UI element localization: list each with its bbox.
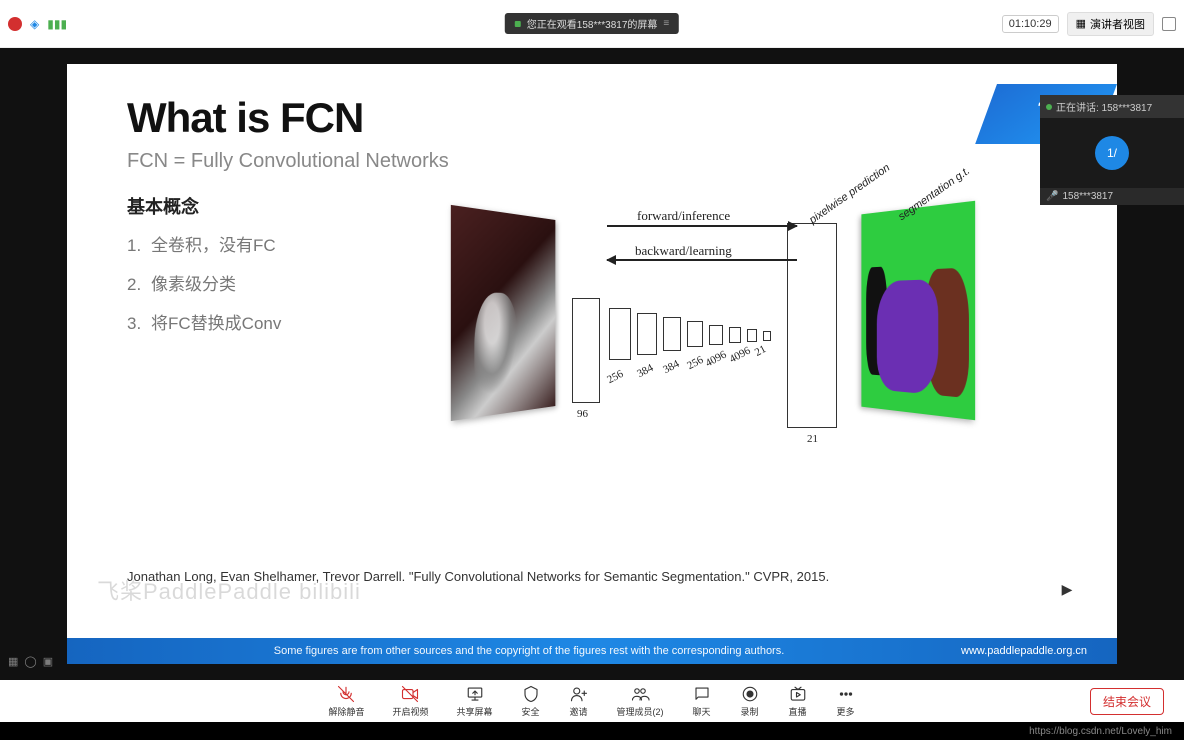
record-dot-icon	[8, 17, 22, 31]
dim-label: 256	[685, 354, 705, 372]
members-icon	[630, 685, 650, 703]
speaking-label: 正在讲话: 158***3817	[1056, 99, 1152, 114]
tool-label: 录制	[741, 705, 759, 718]
video-button[interactable]: 开启视频	[392, 685, 428, 718]
footer-link: www.paddlepaddle.org.cn	[961, 645, 1087, 657]
slide: 飞 What is FCN FCN = Fully Convolutional …	[67, 64, 1117, 664]
tool-label: 聊天	[693, 705, 711, 718]
slide-title: What is FCN	[127, 94, 1057, 142]
screen-share-notice: 您正在观看158***3817的屏幕 ≡	[505, 13, 679, 34]
tool-label: 安全	[522, 705, 540, 718]
dim-label: 4096	[727, 345, 752, 366]
participant-header: 正在讲话: 158***3817	[1040, 95, 1184, 118]
tool-label: 开启视频	[392, 705, 428, 718]
conv-layer	[687, 321, 703, 347]
mute-icon	[336, 685, 356, 703]
presentation-stage: 飞 What is FCN FCN = Fully Convolutional …	[0, 48, 1184, 680]
chat-icon	[692, 685, 712, 703]
members-button[interactable]: 管理成员(2)	[617, 685, 664, 718]
security-button[interactable]: 安全	[521, 685, 541, 718]
dim-label: 4096	[703, 349, 728, 370]
list-item: 2.像素级分类	[127, 270, 427, 295]
conv-layer	[747, 329, 757, 342]
dim-label: 21	[753, 343, 768, 359]
tool-label: 管理成员(2)	[617, 705, 664, 718]
footer-copyright: Some figures are from other sources and …	[97, 645, 961, 657]
blog-url: https://blog.csdn.net/Lovely_him	[1029, 726, 1172, 737]
participant-panel[interactable]: 正在讲话: 158***3817 1/ 🎤 158***3817	[1040, 95, 1184, 205]
tool-label: 直播	[789, 705, 807, 718]
concept-list: 1.全卷积，没有FC 2.像素级分类 3.将FC替换成Conv	[127, 231, 427, 334]
shield-icon: ◈	[30, 17, 39, 31]
participant-video: 1/	[1040, 118, 1184, 188]
dim-label: 21	[807, 433, 818, 445]
stop-icon[interactable]: ▣	[43, 655, 53, 668]
signal-icon: ▮▮▮	[47, 17, 67, 31]
chat-button[interactable]: 聊天	[692, 685, 712, 718]
conv-layer	[663, 317, 681, 351]
tool-label: 更多	[837, 705, 855, 718]
more-button[interactable]: 更多	[836, 685, 856, 718]
speaking-indicator-icon	[1046, 104, 1052, 110]
forward-arrow-icon	[607, 225, 797, 227]
input-image	[451, 205, 556, 421]
meeting-timer: 01:10:29	[1002, 15, 1059, 33]
stage-controls[interactable]: ▦ ◯ ▣	[8, 655, 53, 668]
list-item: 3.将FC替换成Conv	[127, 309, 427, 334]
grid-icon[interactable]: ▦	[8, 655, 18, 668]
record-icon	[740, 685, 760, 703]
conv-layer	[572, 298, 600, 403]
participant-footer: 🎤 158***3817	[1040, 188, 1184, 205]
live-button[interactable]: 直播	[788, 685, 808, 718]
share-active-icon	[515, 21, 521, 27]
output-panel	[787, 223, 837, 428]
meeting-toolbar: 解除静音 开启视频 共享屏幕 安全 邀请 管理成员(2) 聊天 录制 直播 更多 结束会议	[0, 680, 1184, 722]
end-meeting-button[interactable]: 结束会议	[1090, 688, 1164, 715]
circle-icon[interactable]: ◯	[24, 655, 36, 668]
top-bar: ◈ ▮▮▮ 您正在观看158***3817的屏幕 ≡ 01:10:29 ▦ 演讲…	[0, 0, 1184, 48]
presenter-view-button[interactable]: ▦ 演讲者视图	[1067, 12, 1154, 36]
tool-label: 邀请	[570, 705, 588, 718]
video-icon	[400, 685, 420, 703]
security-icon	[521, 685, 541, 703]
backward-arrow-icon	[607, 259, 797, 261]
forward-label: forward/inference	[637, 208, 730, 224]
conv-layer	[729, 327, 741, 343]
citation-text: Jonathan Long, Evan Shelhamer, Trevor Da…	[127, 569, 1057, 584]
list-item: 1.全卷积，没有FC	[127, 231, 427, 256]
grid-icon: ▦	[1076, 17, 1086, 30]
conv-layer	[637, 313, 657, 355]
invite-button[interactable]: 邀请	[569, 685, 589, 718]
conv-layer	[763, 331, 771, 341]
share-button[interactable]: 共享屏幕	[457, 685, 493, 718]
live-icon	[788, 685, 808, 703]
more-icon	[836, 685, 856, 703]
record-button[interactable]: 录制	[740, 685, 760, 718]
segmentation-output	[861, 201, 975, 420]
dim-label: 384	[661, 358, 681, 376]
conv-layer	[609, 308, 631, 360]
topbar-left-icons: ◈ ▮▮▮	[8, 17, 67, 31]
share-icon	[465, 685, 485, 703]
dim-label: 256	[605, 368, 625, 386]
dim-label: 96	[577, 408, 588, 420]
menu-icon[interactable]: ≡	[663, 18, 669, 29]
fullscreen-button[interactable]	[1162, 17, 1176, 31]
conv-layer	[709, 325, 723, 345]
avatar: 1/	[1095, 136, 1129, 170]
slide-footer: Some figures are from other sources and …	[67, 638, 1117, 664]
concept-heading: 基本概念	[127, 193, 427, 219]
participant-name: 158***3817	[1062, 191, 1113, 202]
invite-icon	[569, 685, 589, 703]
tool-label: 共享屏幕	[457, 705, 493, 718]
backward-label: backward/learning	[635, 243, 732, 259]
fcn-diagram: forward/inference backward/learning pixe…	[447, 193, 1007, 433]
slide-subtitle: FCN = Fully Convolutional Networks	[127, 150, 1057, 173]
dim-label: 384	[635, 362, 655, 380]
mic-active-icon: 🎤	[1046, 191, 1058, 202]
page-footer: https://blog.csdn.net/Lovely_him	[0, 722, 1184, 740]
tool-label: 解除静音	[328, 705, 364, 718]
share-notice-text: 您正在观看158***3817的屏幕	[527, 16, 658, 31]
mute-button[interactable]: 解除静音	[328, 685, 364, 718]
